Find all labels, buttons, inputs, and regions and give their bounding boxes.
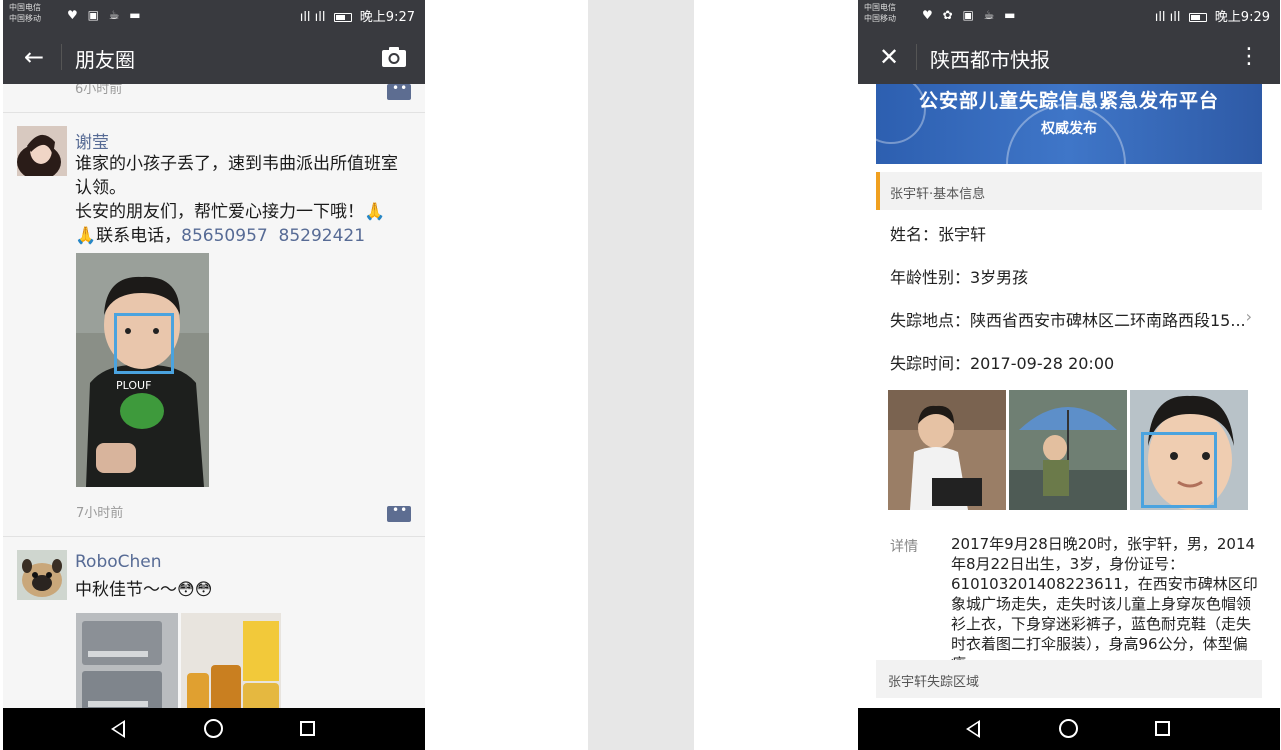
user-name[interactable]: RoboChen bbox=[75, 552, 162, 572]
detail-label: 详情 bbox=[890, 539, 918, 555]
battery-icon bbox=[1188, 13, 1207, 22]
photo-gallery bbox=[888, 390, 1250, 510]
camera-icon[interactable] bbox=[377, 40, 411, 74]
svg-text:PLOUF: PLOUF bbox=[116, 379, 151, 392]
title-divider bbox=[916, 44, 917, 70]
phone-left: 中国电信 中国移动 ♥ ▣ ☕ ▬ ıll ıll 晚上9:27 ← 朋友圈 6… bbox=[3, 0, 425, 750]
title-bar: ✕ 陕西都市快报 ⋮ bbox=[858, 30, 1280, 84]
detail-text: 2017年9月28日晚20时，张宇轩，男，2014年8月22日出生，3岁，身份证… bbox=[951, 535, 1258, 673]
recents-nav-button[interactable] bbox=[1151, 717, 1175, 741]
back-nav-button[interactable] bbox=[963, 717, 987, 741]
user-name[interactable]: 谢莹 bbox=[75, 128, 109, 153]
banner-subtitle: 权威发布 bbox=[1041, 121, 1097, 137]
back-triangle-icon bbox=[966, 720, 980, 738]
recents-square-icon bbox=[1155, 721, 1170, 736]
post-text: 谁家的小孩子丢了，速到韦曲派出所值班室认领。 长安的朋友们，帮忙爱心接力一下哦！… bbox=[75, 152, 411, 248]
android-nav-bar bbox=[3, 708, 425, 750]
phone-link[interactable]: 85650957 bbox=[181, 226, 268, 246]
clock: 晚上9:27 bbox=[359, 10, 415, 25]
carrier-1: 中国电信 bbox=[9, 3, 41, 12]
article-body[interactable]: 公安部儿童失踪信息紧急发布平台 权威发布 张宇轩·基本信息 姓名：张宇轩 年龄性… bbox=[858, 84, 1280, 708]
carrier-2: 中国移动 bbox=[864, 14, 896, 23]
child-photo[interactable] bbox=[888, 390, 1006, 510]
notification-icons: ♥ ▣ ☕ ▬ bbox=[67, 8, 144, 22]
name-field: 姓名：张宇轩 bbox=[890, 225, 987, 244]
signal-icon: ıll ıll bbox=[1154, 10, 1181, 25]
carrier-1: 中国电信 bbox=[864, 3, 896, 12]
platform-banner: 公安部儿童失踪信息紧急发布平台 权威发布 bbox=[876, 84, 1262, 164]
comment-icon[interactable] bbox=[387, 84, 411, 100]
phone-right: 中国电信 中国移动 ♥ ✿ ▣ ☕ ▬ ıll ıll 晚上9:29 ✕ 陕西都… bbox=[858, 0, 1280, 750]
location-text: 失踪地点：陕西省西安市碑林区二环南路西段15... bbox=[890, 311, 1246, 330]
post-text-line: 长安的朋友们，帮忙爱心接力一下哦！🙏 bbox=[75, 202, 386, 222]
age-gender-field: 年龄性别：3岁男孩 bbox=[890, 268, 1029, 287]
missing-time-field: 失踪时间：2017-09-28 20:00 bbox=[890, 354, 1115, 373]
back-arrow-icon[interactable]: ← bbox=[17, 40, 51, 74]
signal-icon: ıll ıll bbox=[299, 10, 326, 25]
carrier-2: 中国移动 bbox=[9, 14, 41, 23]
home-nav-button[interactable] bbox=[1057, 717, 1081, 741]
banner-title: 公安部儿童失踪信息紧急发布平台 bbox=[918, 90, 1219, 112]
missing-location-field[interactable]: 失踪地点：陕西省西安市碑林区二环南路西段15... › bbox=[890, 307, 1262, 331]
post-photo[interactable] bbox=[76, 613, 178, 708]
page-title: 朋友圈 bbox=[75, 48, 135, 72]
phone-link[interactable]: 85292421 bbox=[279, 226, 366, 246]
post-timestamp: 7小时前 bbox=[76, 506, 124, 521]
moment-post: 谢莹 谁家的小孩子丢了，速到韦曲派出所值班室认领。 长安的朋友们，帮忙爱心接力一… bbox=[3, 112, 425, 536]
child-photo[interactable] bbox=[1130, 390, 1248, 510]
recents-nav-button[interactable] bbox=[296, 717, 320, 741]
gap-background bbox=[588, 0, 694, 750]
recents-square-icon bbox=[300, 721, 315, 736]
home-nav-button[interactable] bbox=[202, 717, 226, 741]
status-bar: 中国电信 中国移动 ♥ ▣ ☕ ▬ ıll ıll 晚上9:27 bbox=[3, 0, 425, 30]
back-triangle-icon bbox=[111, 720, 125, 738]
face-highlight-box bbox=[1141, 432, 1217, 508]
child-photo[interactable] bbox=[1009, 390, 1127, 510]
avatar[interactable] bbox=[17, 550, 67, 600]
post-photo[interactable] bbox=[181, 613, 281, 708]
post-text-line: 谁家的小孩子丢了，速到韦曲派出所值班室认领。 bbox=[75, 154, 398, 198]
notification-icons: ♥ ✿ ▣ ☕ ▬ bbox=[922, 8, 1019, 22]
page-title: 陕西都市快报 bbox=[930, 48, 1050, 72]
home-circle-icon bbox=[1059, 719, 1078, 738]
title-divider bbox=[61, 44, 62, 70]
comment-icon[interactable] bbox=[387, 503, 411, 522]
screenshot-canvas: 中国电信 中国移动 ♥ ▣ ☕ ▬ ıll ıll 晚上9:27 ← 朋友圈 6… bbox=[0, 0, 1281, 750]
post-photo[interactable]: PLOUF bbox=[76, 253, 209, 487]
chevron-right-icon: › bbox=[1245, 307, 1252, 326]
post-timestamp: 6小时前 bbox=[75, 84, 123, 97]
moments-feed[interactable]: 6小时前 谢莹 谁家的小孩子丢了，速到韦曲派出所值班室认领。 长安的朋友们，帮忙… bbox=[3, 84, 425, 708]
face-highlight-box bbox=[114, 313, 174, 374]
back-nav-button[interactable] bbox=[108, 717, 132, 741]
avatar[interactable] bbox=[17, 126, 67, 176]
more-menu-icon[interactable]: ⋮ bbox=[1232, 40, 1266, 74]
battery-icon bbox=[333, 13, 352, 22]
title-bar: ← 朋友圈 bbox=[3, 30, 425, 84]
post-text-line: 🙏联系电话， bbox=[75, 226, 182, 246]
moment-post: RoboChen 中秋佳节～～😳😳 bbox=[3, 536, 425, 708]
android-nav-bar bbox=[858, 708, 1280, 750]
clock: 晚上9:29 bbox=[1214, 10, 1270, 25]
close-icon[interactable]: ✕ bbox=[872, 40, 906, 74]
status-bar: 中国电信 中国移动 ♥ ✿ ▣ ☕ ▬ ıll ıll 晚上9:29 bbox=[858, 0, 1280, 30]
section-header: 张宇轩·基本信息 bbox=[876, 172, 1262, 210]
section-header: 张宇轩失踪区域 bbox=[876, 660, 1262, 698]
home-circle-icon bbox=[204, 719, 223, 738]
post-text: 中秋佳节～～😳😳 bbox=[75, 580, 213, 600]
